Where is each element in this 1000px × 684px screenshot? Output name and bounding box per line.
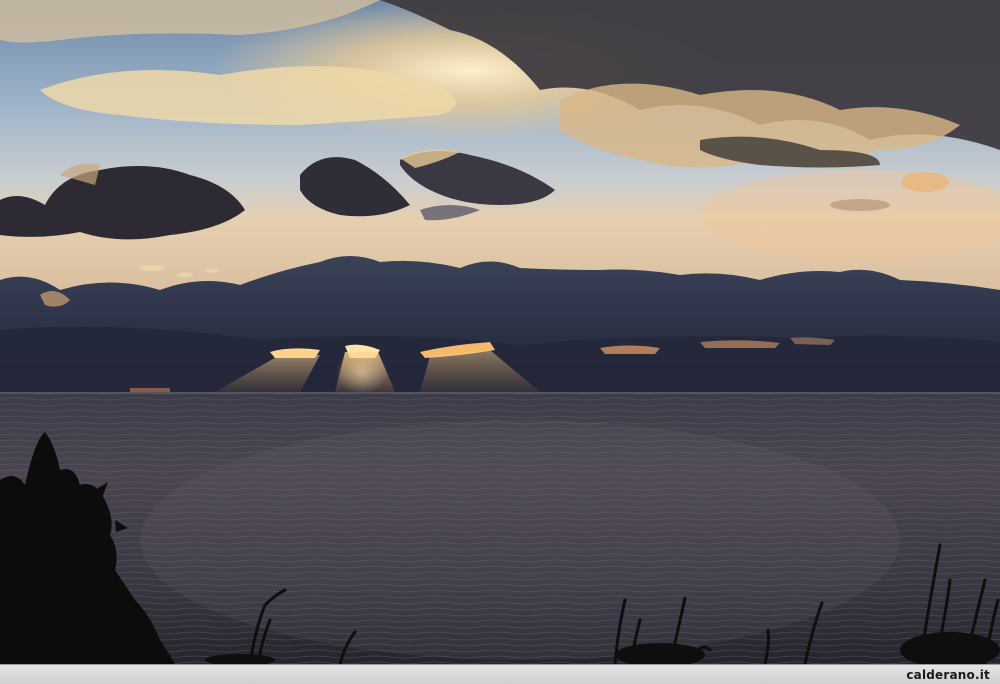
- sunset-photo: [0, 0, 1000, 664]
- horizon-line: [0, 392, 1000, 394]
- photo-frame: calderano.it: [0, 0, 1000, 684]
- watermark: calderano.it: [906, 668, 990, 682]
- caption-bar: calderano.it: [0, 664, 1000, 684]
- sea-sheen: [140, 420, 900, 660]
